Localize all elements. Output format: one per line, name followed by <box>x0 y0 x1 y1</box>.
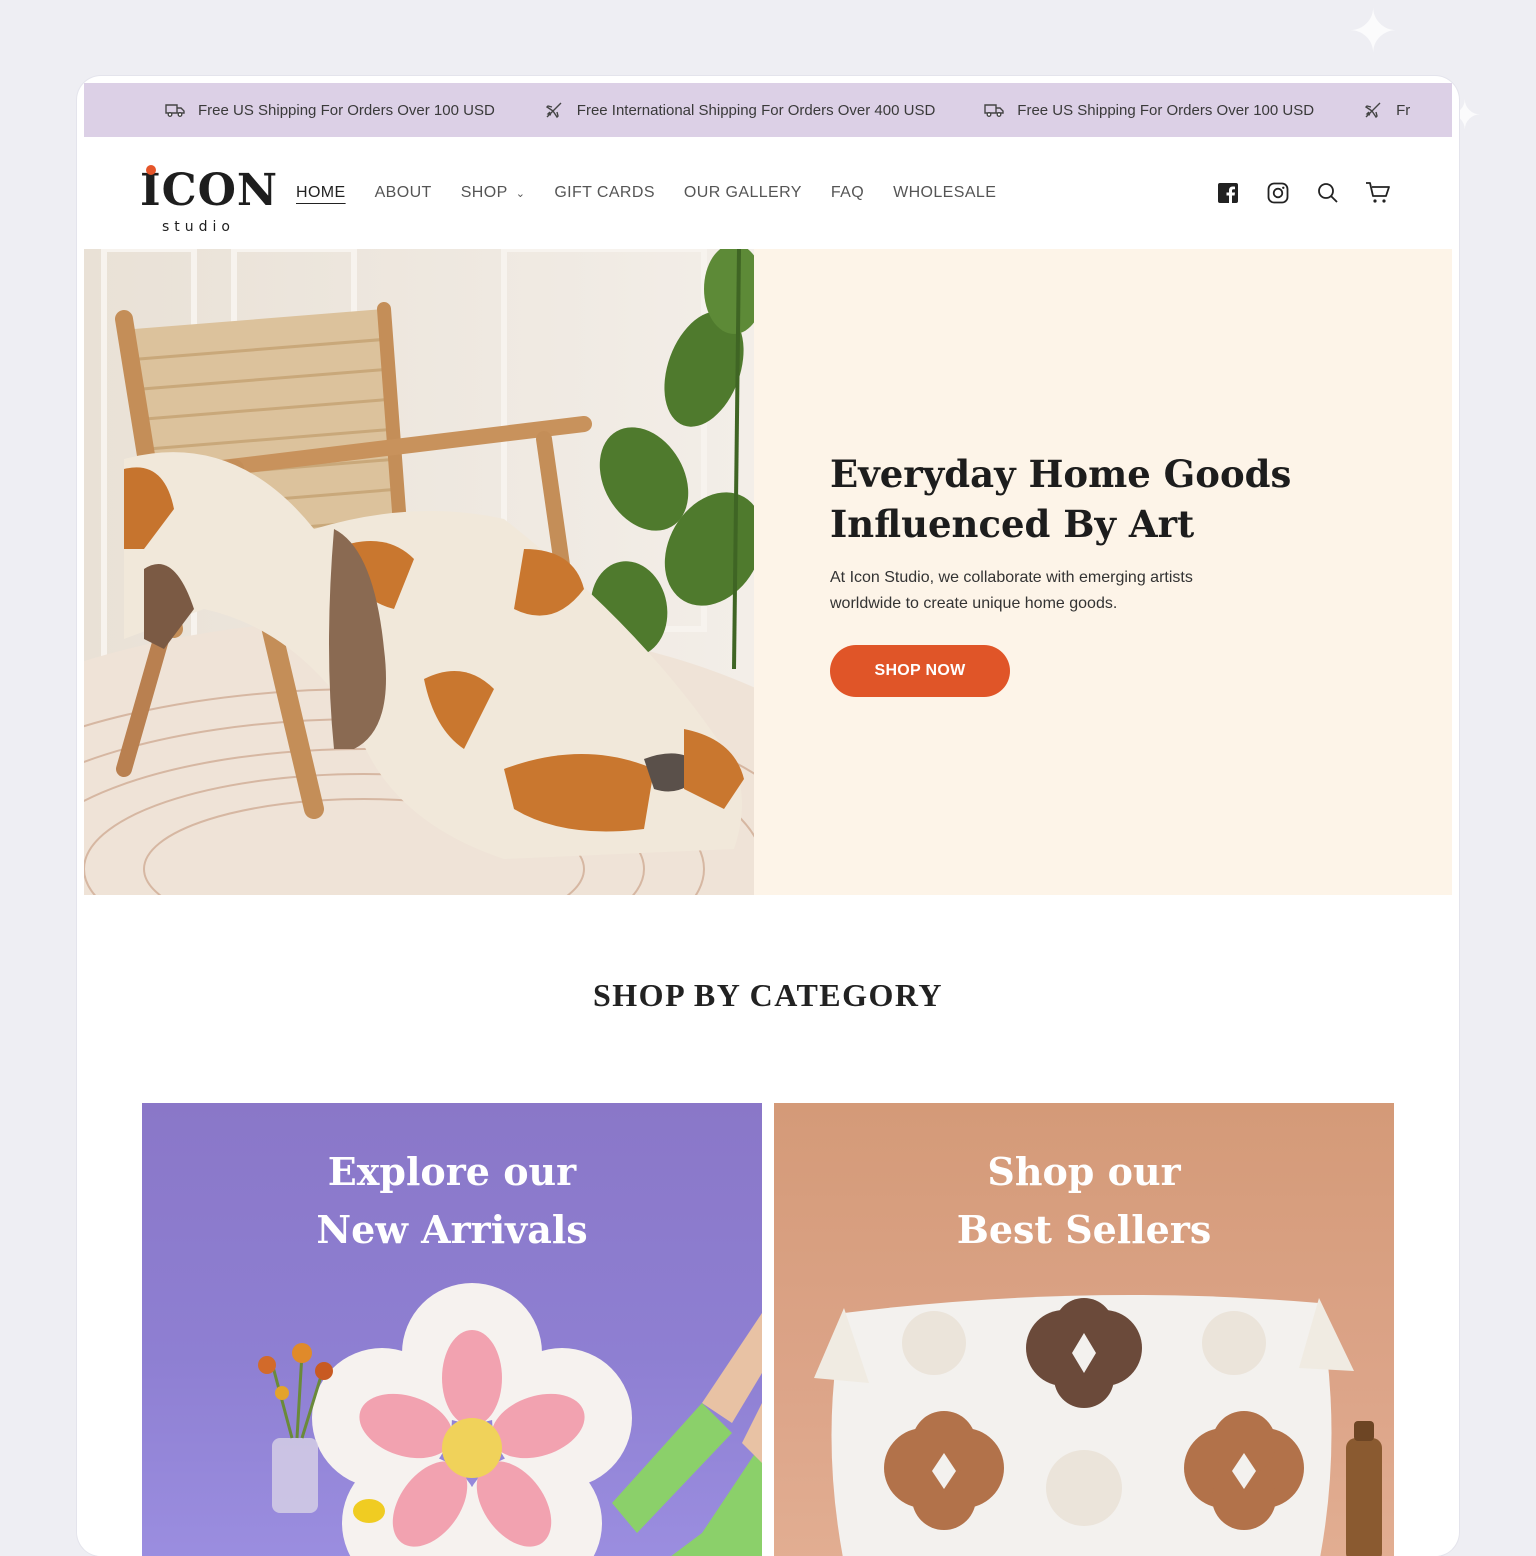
logo[interactable]: ICON studio <box>140 155 277 235</box>
hero-title-line2: Influenced By Art <box>830 502 1195 546</box>
nav-gift-cards[interactable]: GIFT CARDS <box>554 184 655 202</box>
hero-title-line1: Everyday Home Goods <box>830 452 1292 496</box>
site-header: ICON studio HOME ABOUT SHOP ⌄ GIFT CARDS … <box>84 137 1452 249</box>
announcement-item: Free US Shipping For Orders Over 100 USD <box>983 102 1314 119</box>
hero-content: Everyday Home Goods Influenced By Art At… <box>754 249 1452 895</box>
card-title-line2: New Arrivals <box>316 1207 588 1252</box>
plane-icon <box>543 102 565 119</box>
announcement-item: Free US Shipping For Orders Over 100 USD <box>164 102 495 119</box>
card-title: Explore our New Arrivals <box>142 1143 762 1259</box>
truck-icon <box>164 102 186 118</box>
cart-icon[interactable] <box>1364 179 1392 207</box>
main-nav: HOME ABOUT SHOP ⌄ GIFT CARDS OUR GALLERY … <box>296 137 1025 249</box>
plane-icon <box>1362 102 1384 119</box>
nav-wholesale[interactable]: WHOLESALE <box>893 184 996 202</box>
nav-faq[interactable]: FAQ <box>831 184 864 202</box>
announcement-item: Free International Shipping For Orders O… <box>543 101 936 119</box>
announcement-text: Free International Shipping For Orders O… <box>576 101 936 119</box>
instagram-icon[interactable] <box>1264 179 1292 207</box>
category-card-new-arrivals[interactable]: Explore our New Arrivals <box>142 1103 762 1556</box>
logo-dot <box>146 165 156 175</box>
chevron-down-icon: ⌄ <box>515 187 526 200</box>
sparkle-decoration: ✦ <box>1348 0 1399 65</box>
section-title: SHOP BY CATEGORY <box>592 977 944 1013</box>
nav-our-gallery[interactable]: OUR GALLERY <box>684 184 802 202</box>
card-title: Shop our Best Sellers <box>774 1143 1394 1259</box>
header-icons <box>1192 137 1392 249</box>
card-title-line1: Shop our <box>987 1149 1181 1194</box>
hero-description: At Icon Studio, we collaborate with emer… <box>830 565 1250 617</box>
announcement-text: Fr <box>1396 101 1411 119</box>
browser-frame: Free US Shipping For Orders Over 100 USD… <box>77 76 1459 1556</box>
nav-shop-label: SHOP <box>460 184 508 201</box>
shop-now-button[interactable]: SHOP NOW <box>830 645 1010 697</box>
nav-home[interactable]: HOME <box>296 184 346 202</box>
announcement-text: Free US Shipping For Orders Over 100 USD <box>198 101 495 119</box>
announcement-bar: Free US Shipping For Orders Over 100 USD… <box>84 83 1452 137</box>
nav-about[interactable]: ABOUT <box>375 184 432 202</box>
announcement-item: Fr <box>1362 102 1410 119</box>
logo-subtitle: studio <box>162 219 235 235</box>
logo-mark: ICON <box>140 165 279 216</box>
category-card-best-sellers[interactable]: Shop our Best Sellers <box>774 1103 1394 1556</box>
hero-banner: Everyday Home Goods Influenced By Art At… <box>84 249 1452 895</box>
page: Free US Shipping For Orders Over 100 USD… <box>84 83 1452 1556</box>
hero-description-line2: worldwide to create unique home goods. <box>830 595 1118 612</box>
nav-shop[interactable]: SHOP ⌄ <box>461 184 526 202</box>
facebook-icon[interactable] <box>1214 179 1242 207</box>
hero-title: Everyday Home Goods Influenced By Art <box>830 449 1390 549</box>
truck-icon <box>983 102 1005 118</box>
hero-description-line1: At Icon Studio, we collaborate with emer… <box>830 569 1193 586</box>
announcement-text: Free US Shipping For Orders Over 100 USD <box>1017 101 1315 119</box>
card-title-line1: Explore our <box>327 1149 577 1194</box>
hero-image <box>84 249 754 895</box>
card-title-line2: Best Sellers <box>956 1207 1212 1252</box>
search-icon[interactable] <box>1314 179 1342 207</box>
